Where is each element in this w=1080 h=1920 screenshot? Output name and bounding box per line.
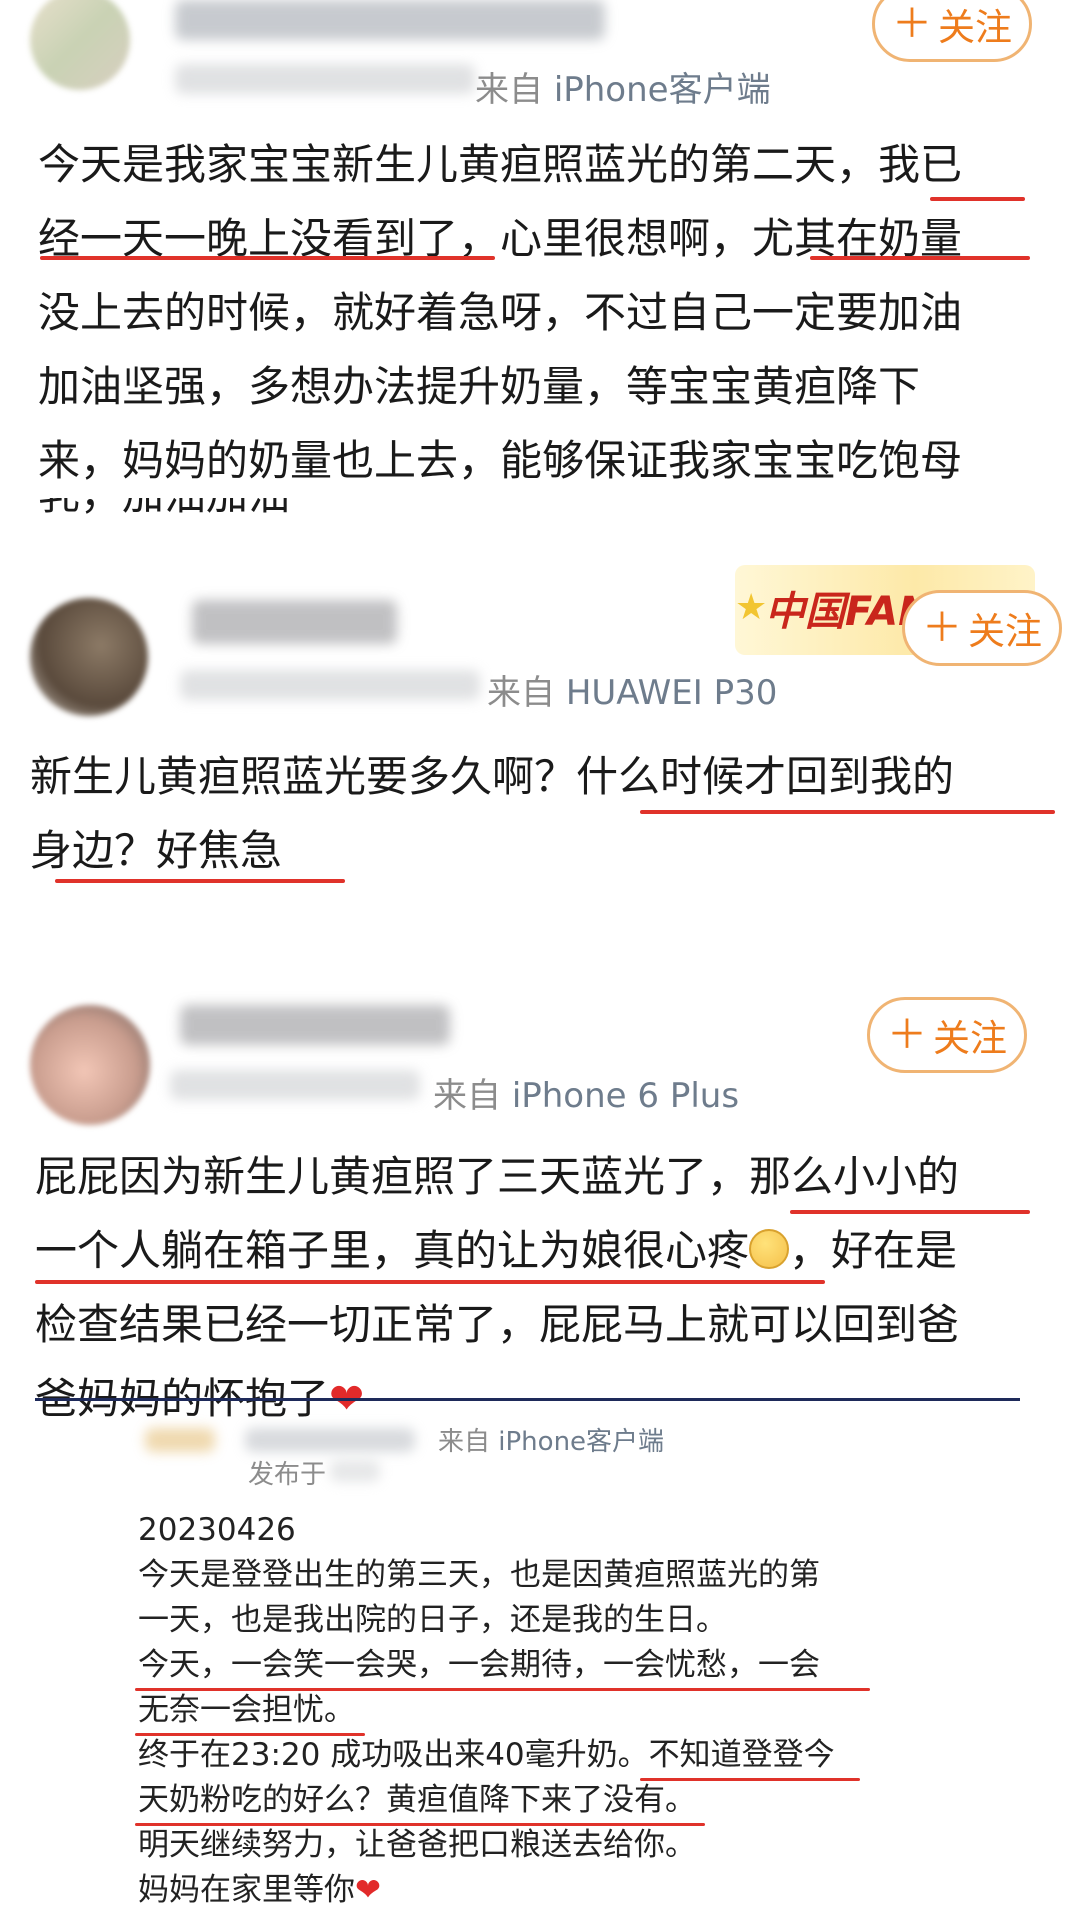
post-line: 经一天一晚上没看到了，心里很想啊，尤其在奶量 — [38, 214, 963, 263]
username-blurred[interactable] — [245, 1428, 415, 1452]
post-line: 明天继续努力，让爸爸把口粮送去给你。 — [138, 1827, 696, 1863]
post-line: 今天是我家宝宝新生儿黄疸照蓝光的第二天，我已 — [38, 140, 963, 189]
device-name: HUAWEI P30 — [565, 673, 778, 713]
highlight-underline — [35, 1280, 825, 1284]
highlight-underline — [640, 810, 1055, 814]
post-text: 屁屁因为新生儿黄疸照了三天蓝光了，那么小小的 一个人躺在箱子里，真的让为娘很心疼… — [35, 1140, 959, 1436]
post-line: 屁屁因为新生儿黄疸照了三天蓝光了，那么小小的 — [35, 1152, 960, 1201]
post-text: 新生儿黄疸照蓝光要多久啊？什么时候才回到我的 身边？好焦急 — [30, 740, 954, 888]
post-line-part: ，好在是 — [789, 1226, 958, 1275]
highlight-underline — [640, 1778, 860, 1781]
highlight-underline — [135, 1823, 705, 1826]
post-line: 一天，也是我出院的日子，还是我的生日。 — [138, 1602, 727, 1638]
post-line: 无奈一会担忧。 — [138, 1692, 355, 1728]
username-blurred[interactable] — [192, 600, 397, 644]
follow-button[interactable]: ＋ 关注 — [872, 0, 1032, 62]
avatar-blurred[interactable] — [145, 1428, 215, 1452]
plus-icon: ＋ — [922, 605, 962, 651]
follow-button[interactable]: ＋ 关注 — [867, 997, 1027, 1073]
post-line: 乳，加油加油 — [38, 498, 290, 528]
follow-label: 关注 — [968, 610, 1042, 653]
avatar[interactable] — [30, 598, 148, 716]
device-name: iPhone 6 Plus — [511, 1076, 740, 1116]
avatar[interactable] — [30, 0, 130, 90]
post-source: 来自 iPhone客户端 — [438, 1421, 664, 1458]
highlight-underline — [930, 197, 1025, 201]
highlight-underline — [135, 1733, 365, 1736]
plus-icon: ＋ — [887, 1012, 927, 1058]
highlight-underline — [135, 1688, 870, 1691]
published-info: 发布于 — [248, 1454, 326, 1491]
post-line: 新生儿黄疸照蓝光要多久啊？什么时候才回到我的 — [30, 752, 955, 801]
post-line: 20230426 — [138, 1512, 296, 1548]
post-line: 天奶粉吃的好么？黄疸值降下来了没有。 — [138, 1782, 696, 1818]
post-source: 来自 iPhone客户端 — [475, 62, 771, 111]
username-blurred[interactable] — [175, 0, 605, 40]
post-line: 今天，一会笑一会哭，一会期待，一会忧愁，一会 — [138, 1647, 820, 1683]
follow-label: 关注 — [933, 1017, 1007, 1060]
post-line: 妈妈在家里等你❤ — [138, 1868, 835, 1913]
post-line: 终于在23:20 成功吸出来40毫升奶。不知道登登今 — [138, 1737, 835, 1773]
username-blurred[interactable] — [180, 1005, 450, 1045]
post-source: 来自 HUAWEI P30 — [487, 665, 777, 714]
post-line: 一个人躺在箱子里，真的让为娘很心疼 ，好在是 — [35, 1214, 959, 1288]
avatar[interactable] — [30, 1005, 150, 1125]
post-line: 今天是登登出生的第三天，也是因黄疸照蓝光的第 — [138, 1557, 820, 1593]
star-icon: ★ — [735, 587, 768, 628]
highlight-underline — [810, 256, 1030, 260]
highlight-underline — [55, 879, 345, 883]
post-line: 来，妈妈的奶量也上去，能够保证我家宝宝吃饱母 — [38, 436, 963, 485]
heart-icon: ❤ — [355, 1872, 381, 1908]
highlight-underline — [790, 1210, 1030, 1214]
source-prefix: 来自 — [487, 673, 555, 713]
follow-label: 关注 — [938, 6, 1012, 49]
post-line: 加油坚强，多想办法提升奶量，等宝宝黄疸降下 — [38, 362, 921, 411]
published-prefix: 发布于 — [248, 1460, 327, 1490]
post-text: 20230426 今天是登登出生的第三天，也是因黄疸照蓝光的第 一天，也是我出院… — [138, 1508, 835, 1913]
post-text-clipped: 乳，加油加油 — [38, 498, 290, 528]
sad-face-icon — [749, 1229, 790, 1269]
post-line: 身边？好焦急 — [30, 826, 283, 875]
device-name: iPhone客户端 — [498, 1427, 665, 1457]
post-line-part: 妈妈在家里等你 — [138, 1872, 355, 1908]
device-name: iPhone客户端 — [553, 70, 771, 110]
post-source: 来自 iPhone 6 Plus — [433, 1068, 739, 1117]
source-prefix: 来自 — [438, 1427, 491, 1457]
post-line-part: 一个人躺在箱子里，真的让为娘很心疼 — [35, 1226, 750, 1275]
meta-blurred — [175, 64, 475, 94]
follow-button[interactable]: ＋ 关注 — [902, 590, 1062, 666]
post-line: 没上去的时候，就好着急呀，不过自己一定要加油 — [38, 288, 963, 337]
post-text: 今天是我家宝宝新生儿黄疸照蓝光的第二天，我已 经一天一晚上没看到了，心里很想啊，… — [38, 128, 962, 498]
source-prefix: 来自 — [433, 1076, 501, 1116]
location-blurred — [330, 1460, 380, 1482]
section-divider — [35, 1398, 1020, 1401]
meta-blurred — [180, 670, 480, 700]
plus-icon: ＋ — [892, 1, 932, 47]
post-line: 检查结果已经一切正常了，屁屁马上就可以回到爸 — [35, 1300, 960, 1349]
highlight-underline — [40, 256, 495, 260]
source-prefix: 来自 — [475, 70, 543, 110]
meta-blurred — [170, 1070, 420, 1100]
